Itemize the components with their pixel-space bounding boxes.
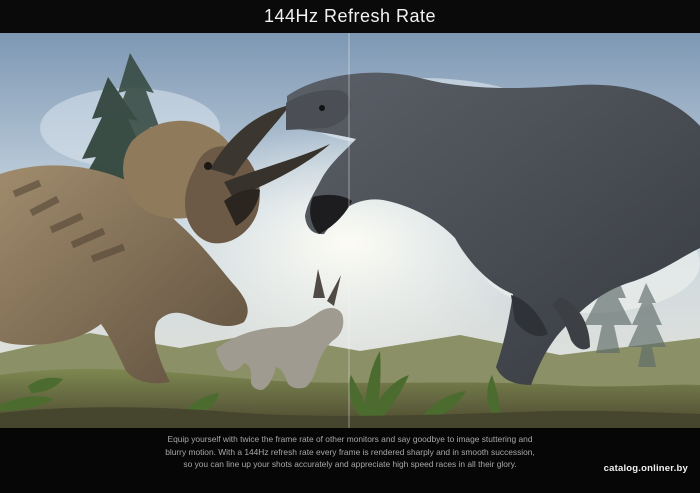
feature-header: 144Hz Refresh Rate	[0, 0, 700, 33]
feature-description-text: Equip yourself with twice the frame rate…	[165, 434, 535, 470]
feature-banner-image	[0, 33, 700, 428]
catalog-watermark: catalog.onliner.by	[603, 463, 688, 474]
dinosaur-scene-illustration	[0, 33, 700, 428]
feature-description: Equip yourself with twice the frame rate…	[0, 430, 700, 493]
page-title: 144Hz Refresh Rate	[263, 6, 437, 26]
product-feature-page: 144Hz Refresh Rate Equip yourself with t…	[0, 0, 700, 493]
